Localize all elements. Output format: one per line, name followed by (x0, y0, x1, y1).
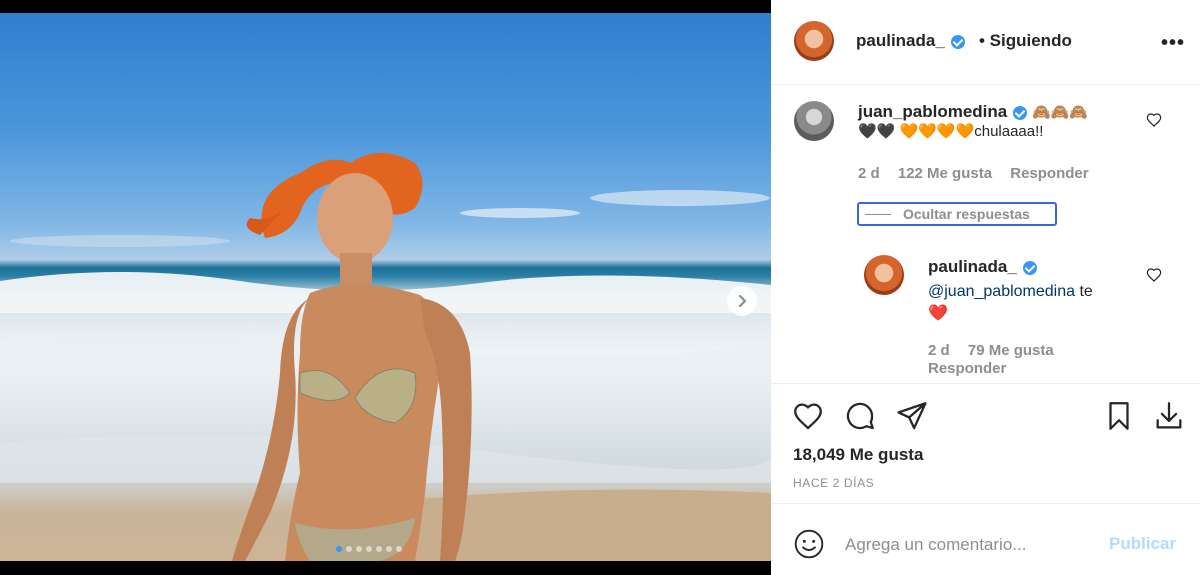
hide-replies-button[interactable]: Ocultar respuestas (857, 202, 1057, 226)
reply-emoji: ❤️ (928, 305, 948, 322)
reply-username-text[interactable]: paulinada_ (928, 257, 1017, 276)
commenter-username[interactable]: juan_pablomedina 🙈🙈🙈 (858, 102, 1088, 122)
carousel-dot (366, 546, 372, 552)
reply-button[interactable]: Responder (1010, 165, 1088, 182)
reply-reply-button[interactable]: Responder (928, 360, 1006, 377)
comment-composer: Publicar (771, 504, 1200, 575)
carousel-dot (386, 546, 392, 552)
comment-likes[interactable]: 122 Me gusta (898, 165, 992, 182)
comment-time: 2 d (858, 165, 880, 182)
hide-replies-label: Ocultar respuestas (903, 206, 1030, 222)
author-username[interactable]: paulinada_ (856, 31, 965, 51)
carousel-dot (346, 546, 352, 552)
beach-photo (0, 153, 771, 561)
post-timestamp[interactable]: HACE 2 DÍAS (793, 476, 874, 490)
reply-text: @juan_pablomedina te ❤️ (928, 281, 1138, 325)
save-bookmark-icon[interactable] (1102, 399, 1136, 433)
like-heart-icon[interactable] (791, 399, 825, 433)
comments-section: juan_pablomedina 🙈🙈🙈 🖤🖤 🧡🧡🧡🧡chulaaaa!! 2… (771, 85, 1200, 384)
verified-badge-icon (1013, 105, 1028, 120)
comment-like-heart-icon[interactable] (1146, 112, 1162, 128)
post-header: paulinada_ • Siguiendo ••• (771, 0, 1200, 85)
emoji-smile-icon[interactable] (793, 528, 825, 560)
commenter-username-text[interactable]: juan_pablomedina (858, 102, 1007, 121)
reply-avatar[interactable] (864, 255, 904, 295)
author-username-text[interactable]: paulinada_ (856, 31, 945, 50)
follow-status[interactable]: • Siguiendo (979, 31, 1072, 51)
carousel-indicator (336, 546, 402, 552)
verified-badge-icon (950, 34, 965, 49)
post-side-panel: paulinada_ • Siguiendo ••• juan_pablomed… (771, 0, 1200, 575)
like-count[interactable]: 18,049 Me gusta (793, 445, 923, 465)
publish-button[interactable]: Publicar (1109, 534, 1176, 554)
reply-like-heart-icon[interactable] (1146, 267, 1162, 283)
reply-text-body: te (1075, 283, 1093, 300)
reply-mention-link[interactable]: @juan_pablomedina (928, 283, 1075, 300)
post-image[interactable] (0, 13, 771, 561)
carousel-dot (376, 546, 382, 552)
reply-username[interactable]: paulinada_ (928, 257, 1037, 277)
carousel-next-button[interactable] (727, 286, 757, 316)
comment-meta: 2 d 122 Me gusta Responder (858, 165, 1103, 182)
reply-time: 2 d (928, 342, 950, 359)
author-avatar[interactable] (794, 21, 834, 61)
verified-badge-icon (1022, 260, 1037, 275)
download-icon[interactable] (1152, 399, 1186, 433)
more-options-icon[interactable]: ••• (1161, 32, 1185, 55)
carousel-dot-active (336, 546, 342, 552)
commenter-avatar[interactable] (794, 101, 834, 141)
share-paper-plane-icon[interactable] (895, 399, 929, 433)
divider-line (865, 213, 891, 215)
comment-input[interactable] (843, 530, 1097, 560)
carousel-dot (356, 546, 362, 552)
reply-meta: 2 d 79 Me gusta (928, 342, 1068, 359)
reply-likes[interactable]: 79 Me gusta (968, 342, 1054, 359)
comment-bubble-icon[interactable] (843, 399, 877, 433)
comment-emoji: 🙈🙈🙈 (1031, 104, 1089, 121)
post-actions: 18,049 Me gusta HACE 2 DÍAS (771, 383, 1200, 504)
chevron-right-icon (738, 294, 747, 308)
carousel-dot (396, 546, 402, 552)
comment-text: 🖤🖤 🧡🧡🧡🧡chulaaaa!! (858, 123, 1044, 140)
